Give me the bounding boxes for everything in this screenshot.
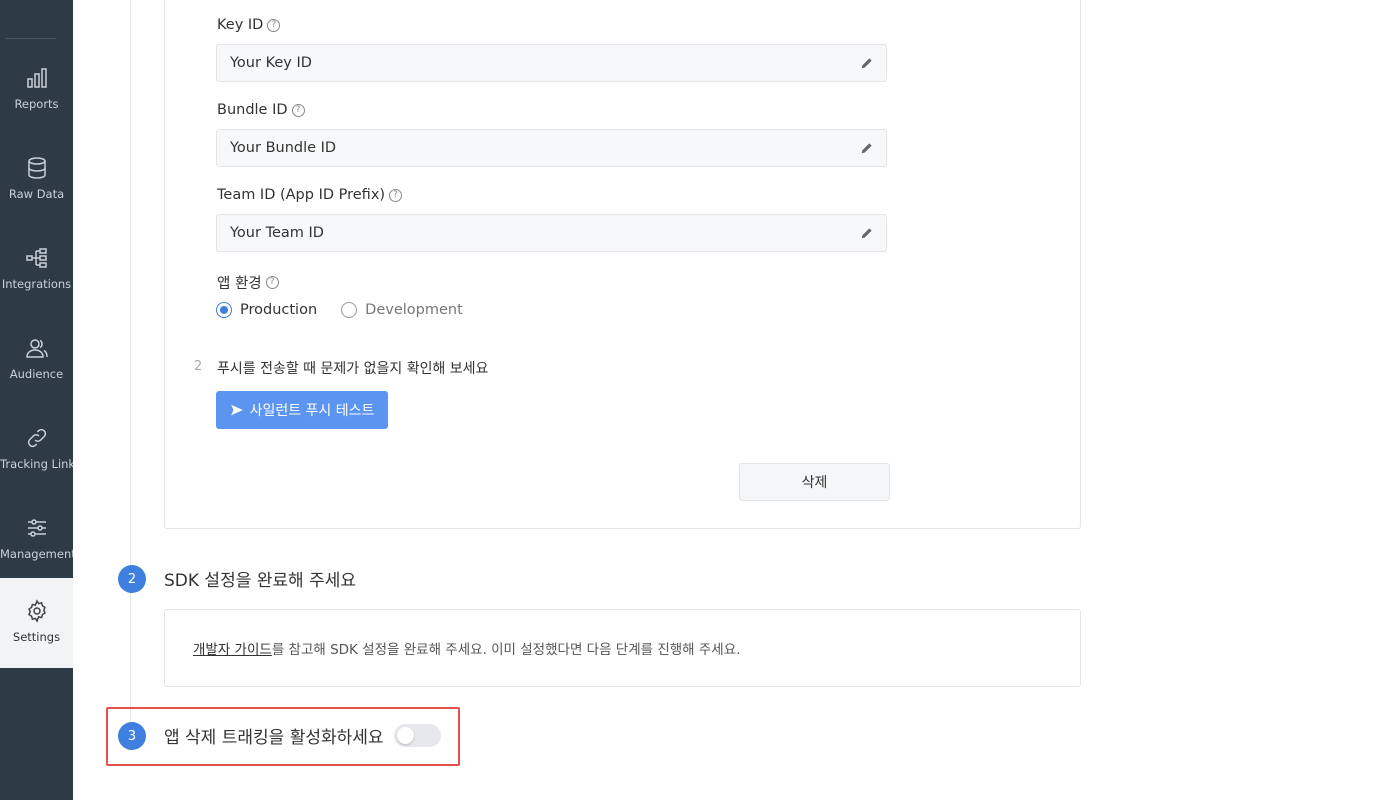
help-icon[interactable]: ? [291, 103, 305, 117]
developer-guide-link[interactable]: 개발자 가이드 [193, 642, 272, 658]
sidebar-item-audience[interactable]: Audience [0, 315, 73, 405]
team-id-input[interactable]: Your Team ID [216, 214, 887, 252]
main-content: Key ID ? Your Key ID Bundle ID ? Your Bu… [73, 0, 1400, 800]
sidebar-item-label: Settings [12, 630, 61, 644]
sdk-guide-text: 개발자 가이드를 참고해 SDK 설정을 완료해 주세요. 이미 설정했다면 다… [193, 642, 741, 658]
sidebar-item-integrations[interactable]: Integrations [0, 225, 73, 315]
sidebar-item-settings[interactable]: Settings [0, 578, 73, 668]
users-icon [24, 335, 50, 361]
send-icon [230, 404, 243, 416]
bar-chart-icon [24, 65, 50, 91]
radio-button[interactable] [341, 302, 358, 318]
push-step-text: 푸시를 전송할 때 문제가 없을지 확인해 보세요 [217, 361, 489, 377]
sdk-guide-card: 개발자 가이드를 참고해 SDK 설정을 완료해 주세요. 이미 설정했다면 다… [164, 609, 1081, 687]
gear-icon [24, 598, 50, 624]
uninstall-tracking-toggle[interactable] [394, 724, 441, 747]
link-icon [24, 425, 50, 451]
app-env-label: 앱 환경 ? [217, 272, 279, 293]
radio-button-selected[interactable] [216, 302, 232, 318]
sidebar-item-raw-data[interactable]: Raw Data [0, 135, 73, 225]
help-icon[interactable]: ? [267, 18, 281, 32]
delete-button[interactable]: 삭제 [739, 463, 890, 501]
radio-development[interactable]: Development [341, 302, 463, 318]
sidebar-item-label: Tracking Link [0, 457, 73, 471]
integrations-icon [24, 245, 50, 271]
help-icon[interactable]: ? [265, 276, 279, 289]
sidebar-item-label: Reports [14, 97, 59, 111]
key-id-input[interactable]: Your Key ID [216, 44, 887, 82]
pencil-icon[interactable] [860, 56, 874, 70]
bundle-id-input[interactable]: Your Bundle ID [216, 129, 887, 167]
team-id-label: Team ID (App ID Prefix) ? [217, 187, 403, 203]
silent-push-test-button[interactable]: 사일런트 푸시 테스트 [216, 391, 388, 429]
bundle-id-label: Bundle ID ? [217, 102, 305, 118]
steps-connector-line [130, 0, 131, 725]
sidebar: Reports Raw Data Integrations Audience T… [0, 0, 73, 800]
sidebar-item-label: Management [0, 547, 73, 561]
pencil-icon[interactable] [860, 226, 874, 240]
sidebar-item-tracking-link[interactable]: Tracking Link [0, 405, 73, 495]
sidebar-item-label: Audience [9, 367, 64, 381]
step-badge-2: 2 [118, 565, 146, 593]
app-env-radio-group: Production Development [216, 302, 487, 318]
step-badge-3: 3 [118, 722, 146, 750]
pencil-icon[interactable] [860, 141, 874, 155]
database-icon [24, 155, 50, 181]
sidebar-item-label: Integrations [1, 277, 72, 291]
push-step-number: 2 [194, 359, 203, 374]
sdk-section-title: SDK 설정을 완료해 주세요 [164, 571, 357, 591]
sidebar-item-label: Raw Data [8, 187, 65, 201]
sidebar-item-management[interactable]: Management [0, 495, 73, 585]
help-icon[interactable]: ? [389, 188, 403, 202]
uninstall-section-title: 앱 삭제 트래킹을 활성화하세요 [164, 728, 384, 748]
key-id-label: Key ID ? [217, 17, 281, 33]
sliders-icon [24, 515, 50, 541]
radio-production[interactable]: Production [216, 302, 317, 318]
sidebar-divider [6, 38, 56, 39]
sidebar-item-reports[interactable]: Reports [0, 45, 73, 135]
